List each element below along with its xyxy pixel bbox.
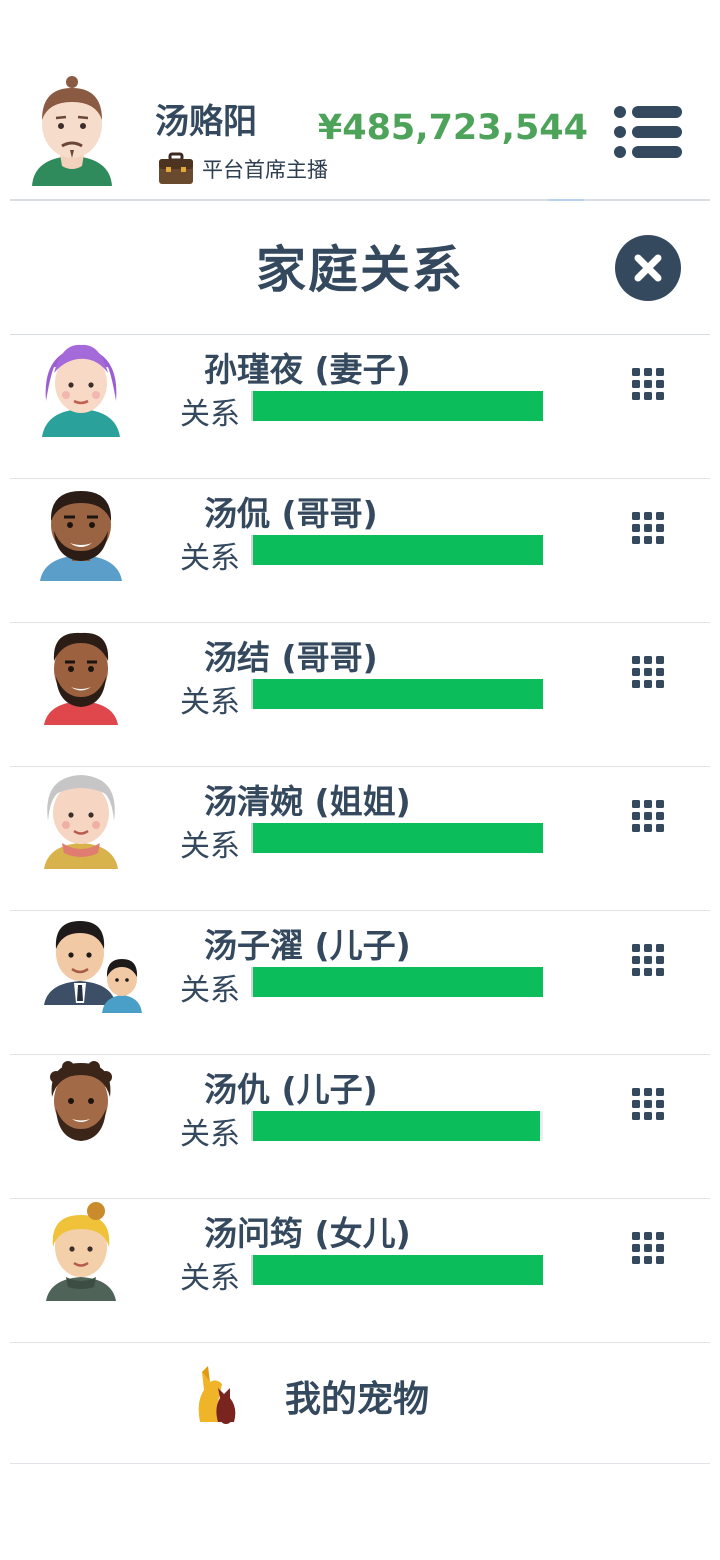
- player-header: 汤赂阳 平台首席主播 ¥485,723,544: [0, 60, 720, 200]
- member-name: 汤仇 (儿子): [204, 1070, 378, 1109]
- relationship-label: 关系: [180, 829, 240, 864]
- relationship-bar-fill: [253, 391, 543, 421]
- relationship-bar-fill: [253, 535, 543, 565]
- close-icon[interactable]: [614, 234, 682, 302]
- relationship-label: 关系: [180, 1117, 240, 1152]
- briefcase-icon: [159, 152, 193, 184]
- member-name: 汤问筠 (女儿): [204, 1214, 411, 1253]
- member-name: 汤子濯 (儿子): [204, 926, 411, 965]
- relationship-bar-fill: [253, 1255, 543, 1285]
- relationship-bar: [251, 823, 543, 853]
- relationship-bar: [251, 967, 543, 997]
- relationship-bar: [251, 679, 543, 709]
- grid-menu-icon[interactable]: [630, 942, 666, 978]
- list-item: 汤仇 (儿子) 关系: [0, 1055, 720, 1199]
- member-avatar[interactable]: [38, 481, 124, 581]
- list-item: 汤子濯 (儿子) 关系: [0, 911, 720, 1055]
- member-avatar[interactable]: [38, 337, 124, 437]
- relationship-label: 关系: [180, 397, 240, 432]
- relationship-label: 关系: [180, 541, 240, 576]
- relationship-bar: [251, 1255, 543, 1285]
- list-item: 汤清婉 (姐姐) 关系: [0, 767, 720, 911]
- list-item: 汤结 (哥哥) 关系: [0, 623, 720, 767]
- relationship-bar: [251, 535, 543, 565]
- grid-menu-icon[interactable]: [630, 798, 666, 834]
- relationship-bar-fill: [253, 1111, 541, 1141]
- relationship-label: 关系: [180, 685, 240, 720]
- list-item: 孙瑾夜 (妻子) 关系: [0, 335, 720, 479]
- member-avatar[interactable]: [38, 1057, 124, 1157]
- relationship-label: 关系: [180, 973, 240, 1008]
- header-divider: [10, 199, 710, 201]
- member-name: 汤结 (哥哥): [204, 638, 378, 677]
- grid-menu-icon[interactable]: [630, 1230, 666, 1266]
- relationship-bar-fill: [253, 679, 543, 709]
- header-accent: [548, 199, 584, 201]
- relationship-bar-fill: [253, 823, 543, 853]
- grid-menu-icon[interactable]: [630, 1086, 666, 1122]
- relationship-bar-fill: [253, 967, 543, 997]
- player-title: 平台首席主播: [202, 158, 328, 182]
- my-pets-button[interactable]: 我的宠物: [0, 1320, 720, 1464]
- modal-title: 家庭关系: [256, 241, 464, 299]
- member-name: 孙瑾夜 (妻子): [204, 350, 411, 389]
- member-avatar[interactable]: [40, 913, 150, 1013]
- grid-menu-icon[interactable]: [630, 654, 666, 690]
- member-name: 汤清婉 (姐姐): [204, 782, 411, 821]
- member-name: 汤侃 (哥哥): [204, 494, 378, 533]
- member-avatar[interactable]: [38, 625, 124, 725]
- family-list: 孙瑾夜 (妻子) 关系 汤侃 (哥哥) 关系 汤结 (哥哥) 关系 汤清婉 (姐…: [0, 335, 720, 1343]
- relationship-label: 关系: [180, 1261, 240, 1296]
- menu-icon[interactable]: [612, 104, 686, 160]
- relationship-bar: [251, 1111, 543, 1141]
- grid-menu-icon[interactable]: [630, 366, 666, 402]
- player-title-row: 平台首席主播: [158, 152, 328, 186]
- money-balance: ¥485,723,544: [317, 108, 588, 148]
- grid-menu-icon[interactable]: [630, 510, 666, 546]
- player-avatar[interactable]: [30, 74, 114, 186]
- relationship-bar: [251, 391, 543, 421]
- member-avatar[interactable]: [38, 1201, 124, 1301]
- pet-icon: [198, 1366, 236, 1424]
- list-item: 汤侃 (哥哥) 关系: [0, 479, 720, 623]
- my-pets-label: 我的宠物: [285, 1379, 430, 1420]
- player-name: 汤赂阳: [155, 102, 257, 142]
- member-avatar[interactable]: [38, 769, 124, 869]
